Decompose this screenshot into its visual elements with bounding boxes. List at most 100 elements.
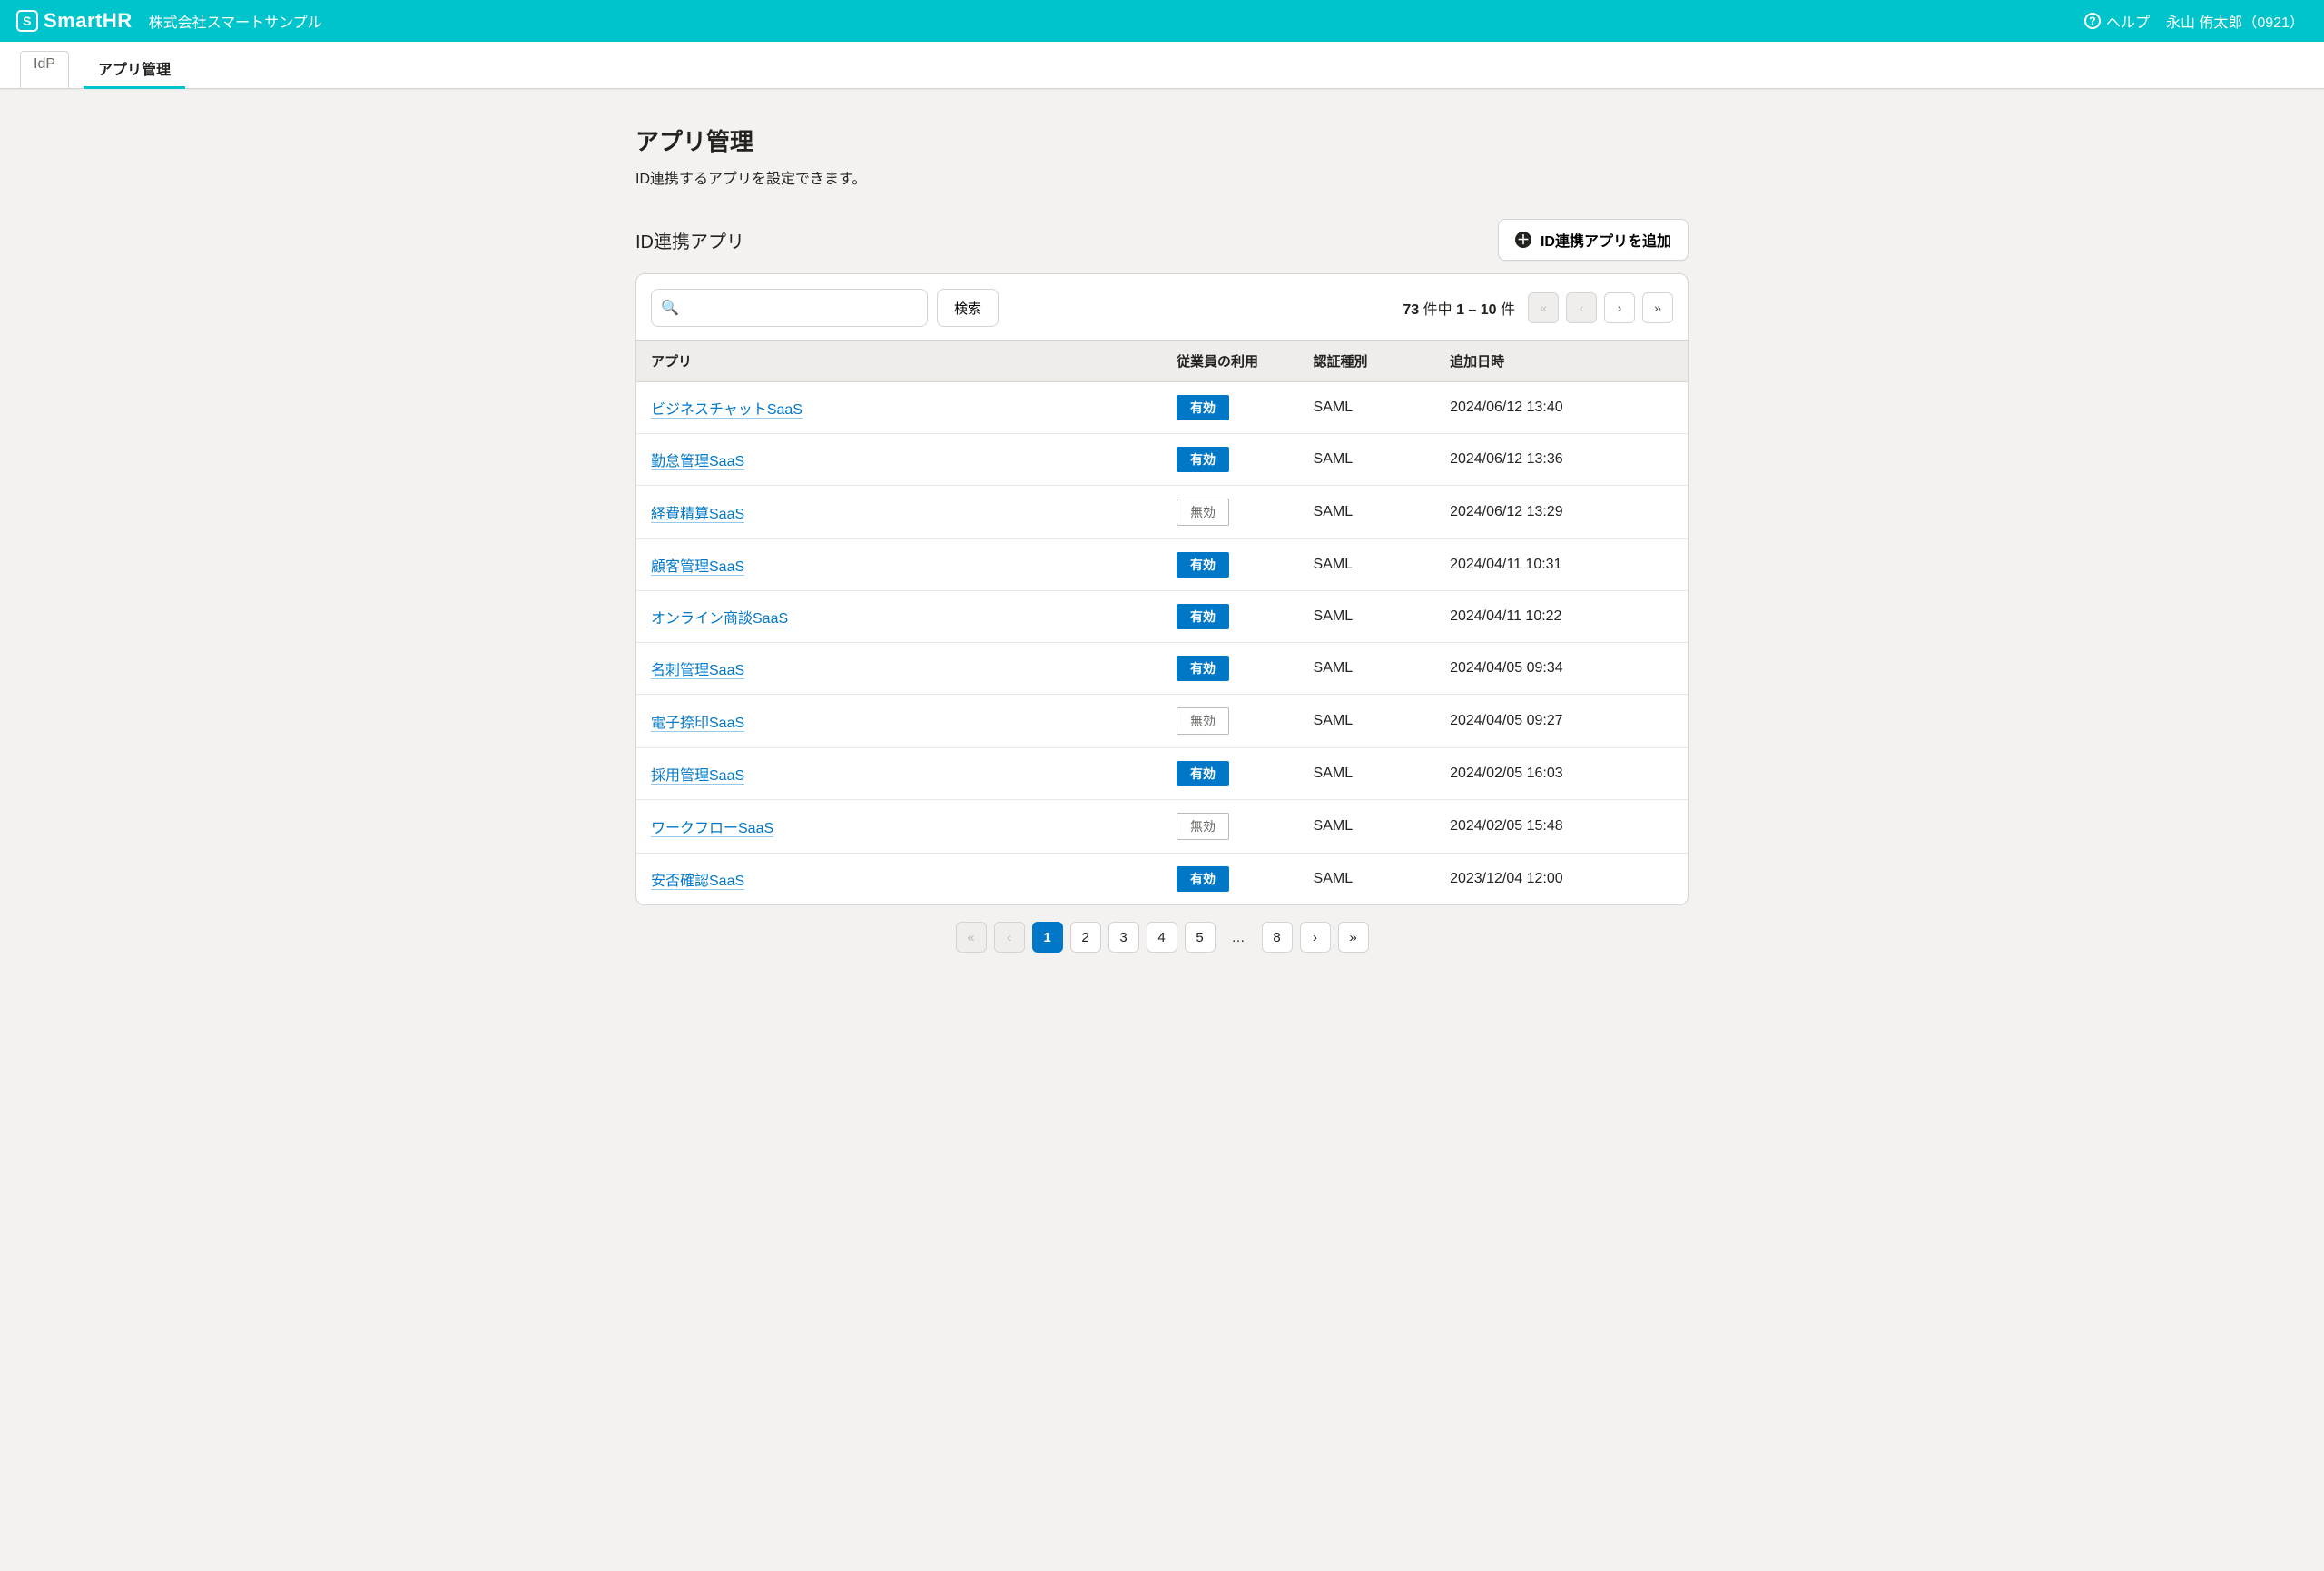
pager-bottom-last[interactable]: »	[1338, 922, 1369, 953]
table-row: ワークフローSaaS 無効 SAML2024/02/05 15:48	[636, 800, 1688, 854]
added-date: 2024/06/12 13:29	[1435, 486, 1688, 539]
company-name: 株式会社スマートサンプル	[149, 10, 322, 32]
status-badge-enabled: 有効	[1177, 604, 1229, 629]
tab-idp[interactable]: IdP	[20, 51, 69, 88]
pager-bottom-first: «	[956, 922, 987, 953]
brand-text: SmartHR	[44, 9, 133, 33]
pager-next-button[interactable]: ›	[1604, 292, 1635, 323]
tab-app-management[interactable]: アプリ管理	[84, 51, 185, 88]
add-app-button[interactable]: ＋ ID連携アプリを追加	[1498, 219, 1689, 261]
brand-logo[interactable]: S SmartHR	[16, 9, 133, 33]
search-input[interactable]	[651, 289, 928, 327]
table-row: 安否確認SaaS 有効 SAML2023/12/04 12:00	[636, 854, 1688, 905]
page-description: ID連携するアプリを設定できます。	[635, 166, 1689, 188]
help-link[interactable]: ? ヘルプ	[2084, 10, 2150, 32]
pager-bottom-next[interactable]: ›	[1300, 922, 1331, 953]
topbar-left: S SmartHR 株式会社スマートサンプル	[16, 9, 322, 33]
page-range: 1 – 10	[1456, 302, 1496, 318]
table-row: 採用管理SaaS 有効 SAML2024/02/05 16:03	[636, 748, 1688, 800]
auth-type: SAML	[1299, 434, 1436, 486]
app-link[interactable]: ビジネスチャットSaaS	[651, 402, 803, 419]
apps-table: アプリ 従業員の利用 認証種別 追加日時 ビジネスチャットSaaS有効SAML2…	[636, 340, 1688, 904]
page-info: 73 件中 1 – 10 件	[1403, 297, 1515, 319]
auth-type: SAML	[1299, 539, 1436, 591]
pager-page-4[interactable]: 4	[1147, 922, 1177, 953]
app-link[interactable]: 安否確認SaaS	[651, 874, 744, 890]
status-badge-enabled: 有効	[1177, 447, 1229, 472]
search-icon: 🔍	[661, 299, 679, 317]
logo-mark-icon: S	[16, 10, 38, 32]
search-button[interactable]: 検索	[937, 289, 999, 327]
auth-type: SAML	[1299, 591, 1436, 643]
table-row: 電子捺印SaaS無効SAML2024/04/05 09:27	[636, 695, 1688, 748]
th-date: 追加日時	[1435, 341, 1688, 382]
pager-page-1: 1	[1032, 922, 1063, 953]
added-date: 2024/04/05 09:27	[1435, 695, 1688, 748]
th-usage: 従業員の利用	[1162, 341, 1299, 382]
app-link[interactable]: 電子捺印SaaS	[651, 716, 744, 732]
pager-page-2[interactable]: 2	[1070, 922, 1101, 953]
added-date: 2024/04/11 10:31	[1435, 539, 1688, 591]
auth-type: SAML	[1299, 854, 1436, 905]
table-row: 顧客管理SaaS 有効 SAML2024/04/11 10:31	[636, 539, 1688, 591]
table-row: 名刺管理SaaS 有効 SAML2024/04/05 09:34	[636, 643, 1688, 695]
auth-type: SAML	[1299, 382, 1436, 434]
pager-top: 73 件中 1 – 10 件 « ‹ › »	[1403, 292, 1673, 323]
pager-first-button: «	[1528, 292, 1559, 323]
pager-bottom-prev: ‹	[994, 922, 1025, 953]
app-link[interactable]: 勤怠管理SaaS	[651, 454, 744, 470]
added-date: 2024/04/11 10:22	[1435, 591, 1688, 643]
section-header: ID連携アプリ ＋ ID連携アプリを追加	[635, 219, 1689, 261]
added-date: 2024/02/05 16:03	[1435, 748, 1688, 800]
pager-page-8[interactable]: 8	[1262, 922, 1293, 953]
added-date: 2024/06/12 13:40	[1435, 382, 1688, 434]
section-title: ID連携アプリ	[635, 227, 744, 253]
help-label: ヘルプ	[2106, 10, 2150, 32]
added-date: 2023/12/04 12:00	[1435, 854, 1688, 905]
pager-prev-button: ‹	[1566, 292, 1597, 323]
page-title: アプリ管理	[635, 124, 1689, 157]
th-auth: 認証種別	[1299, 341, 1436, 382]
topbar-right: ? ヘルプ 永山 侑太郎（0921）	[2084, 10, 2304, 32]
status-badge-enabled: 有効	[1177, 656, 1229, 681]
app-link[interactable]: オンライン商談SaaS	[651, 611, 788, 627]
status-badge-disabled: 無効	[1177, 813, 1229, 840]
auth-type: SAML	[1299, 748, 1436, 800]
pager-page-5[interactable]: 5	[1185, 922, 1216, 953]
add-app-label: ID連携アプリを追加	[1541, 229, 1671, 251]
user-label[interactable]: 永山 侑太郎（0921）	[2166, 10, 2304, 32]
page-content: アプリ管理 ID連携するアプリを設定できます。 ID連携アプリ ＋ ID連携アプ…	[617, 89, 1707, 994]
app-link[interactable]: 名刺管理SaaS	[651, 663, 744, 679]
status-badge-enabled: 有効	[1177, 395, 1229, 420]
status-badge-enabled: 有効	[1177, 761, 1229, 786]
search-row: 🔍 検索	[651, 289, 999, 327]
th-app: アプリ	[636, 341, 1162, 382]
table-row: ビジネスチャットSaaS 有効 SAML2024/06/12 13:40	[636, 382, 1688, 434]
pager-ellipsis: …	[1223, 922, 1255, 953]
tabs: IdP アプリ管理	[0, 42, 2324, 89]
auth-type: SAML	[1299, 800, 1436, 854]
pager-page-3[interactable]: 3	[1108, 922, 1139, 953]
added-date: 2024/04/05 09:34	[1435, 643, 1688, 695]
auth-type: SAML	[1299, 695, 1436, 748]
pager-bottom: «‹12345…8›»	[635, 905, 1689, 958]
topbar: S SmartHR 株式会社スマートサンプル ? ヘルプ 永山 侑太郎（0921…	[0, 0, 2324, 42]
pager-top-buttons: « ‹ › »	[1528, 292, 1673, 323]
status-badge-disabled: 無効	[1177, 499, 1229, 526]
app-link[interactable]: 顧客管理SaaS	[651, 559, 744, 576]
table-row: オンライン商談SaaS 有効 SAML2024/04/11 10:22	[636, 591, 1688, 643]
app-link[interactable]: 採用管理SaaS	[651, 768, 744, 785]
help-icon: ?	[2084, 13, 2101, 29]
search-wrap: 🔍	[651, 289, 928, 327]
added-date: 2024/02/05 15:48	[1435, 800, 1688, 854]
apps-panel: 🔍 検索 73 件中 1 – 10 件 « ‹ › »	[635, 273, 1689, 905]
auth-type: SAML	[1299, 486, 1436, 539]
status-badge-enabled: 有効	[1177, 866, 1229, 892]
app-link[interactable]: ワークフローSaaS	[651, 821, 773, 837]
added-date: 2024/06/12 13:36	[1435, 434, 1688, 486]
app-link[interactable]: 経費精算SaaS	[651, 507, 744, 523]
auth-type: SAML	[1299, 643, 1436, 695]
status-badge-enabled: 有効	[1177, 552, 1229, 578]
pager-last-button[interactable]: »	[1642, 292, 1673, 323]
plus-circle-icon: ＋	[1515, 232, 1531, 248]
